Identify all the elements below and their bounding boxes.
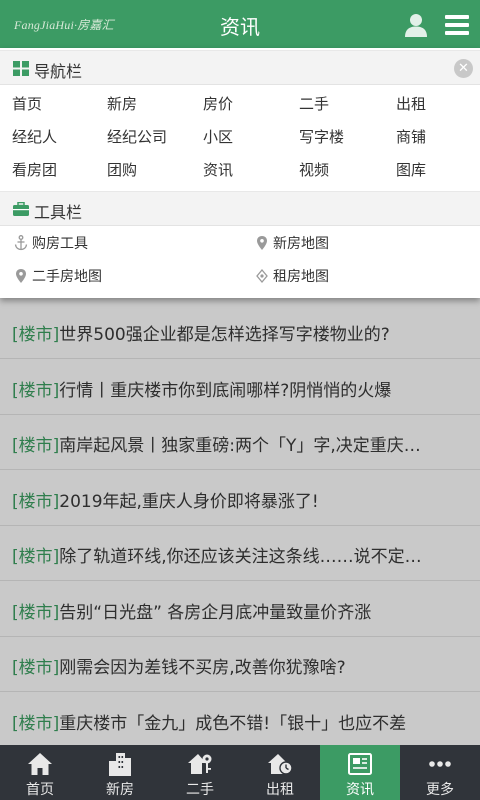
map-pin-icon	[16, 269, 26, 283]
news-tag: [楼市]	[12, 436, 60, 456]
tab-label: 更多	[426, 782, 454, 798]
close-icon[interactable]: ✕	[454, 59, 473, 78]
nav-item-agent[interactable]: 经纪人	[12, 125, 57, 149]
list-item[interactable]: [楼市]告别“日光盘” 各房企月底冲量致量价齐涨	[0, 582, 480, 637]
tool-item-label: 二手房地图	[32, 269, 102, 285]
tab-label: 资讯	[346, 782, 374, 798]
news-tag: [楼市]	[12, 714, 60, 734]
anchor-icon	[14, 235, 28, 251]
house-clock-icon	[268, 754, 293, 775]
tab-label: 首页	[26, 782, 54, 798]
nav-section-header: 导航栏 ✕	[0, 50, 480, 85]
tab-news[interactable]: 资讯	[320, 745, 400, 800]
tab-more[interactable]: 更多	[400, 745, 480, 800]
navigation-dropdown: 导航栏 ✕ 首页 新房 房价 二手 出租 经纪人 经纪公司 小区 写字楼 商铺 …	[0, 48, 480, 298]
tool-section-title: 工具栏	[34, 203, 83, 222]
news-tag: [楼市]	[12, 381, 60, 401]
nav-item-community[interactable]: 小区	[203, 125, 233, 149]
list-item[interactable]: [楼市]行情丨重庆楼市你到底闹哪样?阴悄悄的火爆	[0, 360, 480, 415]
list-item[interactable]: [楼市]重庆楼市「金九」成色不错!「银十」也应不差	[0, 693, 480, 748]
tool-item-rent-map[interactable]: 租房地图	[255, 266, 329, 288]
news-tag: [楼市]	[12, 603, 60, 623]
news-title: 刚需会因为差钱不买房,改善你犹豫啥?	[59, 658, 346, 678]
tab-home[interactable]: 首页	[0, 745, 80, 800]
list-item[interactable]: [楼市]世界500强企业都是怎样选择写字楼物业的?	[0, 304, 480, 359]
nav-section-title: 导航栏	[34, 62, 83, 81]
top-header: FangJiaHui·房嘉汇 资讯	[0, 0, 480, 48]
news-tag: [楼市]	[12, 492, 60, 512]
nav-item-tour-group[interactable]: 看房团	[12, 158, 57, 182]
tool-item-label: 新房地图	[273, 236, 329, 252]
nav-item-price[interactable]: 房价	[203, 92, 233, 116]
news-tag: [楼市]	[12, 547, 60, 567]
tab-rent[interactable]: 出租	[240, 745, 320, 800]
nav-item-video[interactable]: 视频	[299, 158, 329, 182]
tool-item-label: 购房工具	[32, 236, 88, 252]
nav-item-office[interactable]: 写字楼	[299, 125, 344, 149]
nav-item-new-house[interactable]: 新房	[107, 92, 137, 116]
bottom-nav: 首页 新房 二手 出租 资讯 更多	[0, 745, 480, 800]
tab-label: 二手	[186, 782, 214, 798]
news-title: 告别“日光盘” 各房企月底冲量致量价齐涨	[59, 603, 372, 623]
more-dots-icon	[429, 761, 451, 767]
nav-item-shop[interactable]: 商铺	[396, 125, 426, 149]
list-item[interactable]: [楼市]刚需会因为差钱不买房,改善你犹豫啥?	[0, 637, 480, 692]
tab-label: 出租	[266, 782, 294, 798]
newspaper-icon	[348, 753, 372, 775]
nav-item-agency[interactable]: 经纪公司	[107, 125, 167, 149]
news-title: 2019年起,重庆人身价即将暴涨了!	[59, 492, 319, 512]
nav-item-second-hand[interactable]: 二手	[299, 92, 329, 116]
tab-new-house[interactable]: 新房	[80, 745, 160, 800]
user-icon[interactable]	[403, 12, 429, 38]
map-pin-icon	[257, 236, 267, 250]
news-title: 除了轨道环线,你还应该关注这条线……说不定…	[59, 547, 422, 567]
list-item[interactable]: [楼市]2019年起,重庆人身价即将暴涨了!	[0, 471, 480, 526]
home-icon	[28, 753, 52, 775]
buildings-icon	[109, 753, 131, 776]
tab-label: 新房	[106, 782, 134, 798]
nav-item-home[interactable]: 首页	[12, 92, 42, 116]
list-item[interactable]: [楼市]南岸起风景丨独家重磅:两个「Y」字,决定重庆…	[0, 415, 480, 470]
toolbox-icon	[13, 202, 29, 216]
nav-item-gallery[interactable]: 图库	[396, 158, 426, 182]
house-key-icon	[188, 754, 212, 774]
compass-icon	[256, 268, 268, 284]
tab-second-hand[interactable]: 二手	[160, 745, 240, 800]
nav-item-news[interactable]: 资讯	[203, 158, 233, 182]
news-tag: [楼市]	[12, 325, 60, 345]
news-title: 南岸起风景丨独家重磅:两个「Y」字,决定重庆…	[59, 436, 421, 456]
tool-item-purchase-tools[interactable]: 购房工具	[14, 233, 88, 255]
news-title: 重庆楼市「金九」成色不错!「银十」也应不差	[59, 714, 407, 734]
news-tag: [楼市]	[12, 658, 60, 678]
grid-icon	[13, 61, 29, 76]
tool-item-second-hand-map[interactable]: 二手房地图	[14, 266, 102, 288]
nav-item-group-buy[interactable]: 团购	[107, 158, 137, 182]
tool-item-new-house-map[interactable]: 新房地图	[255, 233, 329, 255]
news-title: 世界500强企业都是怎样选择写字楼物业的?	[59, 325, 390, 345]
nav-item-rent[interactable]: 出租	[396, 92, 426, 116]
list-item[interactable]: [楼市]除了轨道环线,你还应该关注这条线……说不定…	[0, 526, 480, 581]
tool-item-label: 租房地图	[273, 269, 329, 285]
menu-icon[interactable]	[444, 14, 470, 36]
tool-section-header: 工具栏	[0, 191, 480, 226]
news-title: 行情丨重庆楼市你到底闹哪样?阴悄悄的火爆	[59, 381, 392, 401]
